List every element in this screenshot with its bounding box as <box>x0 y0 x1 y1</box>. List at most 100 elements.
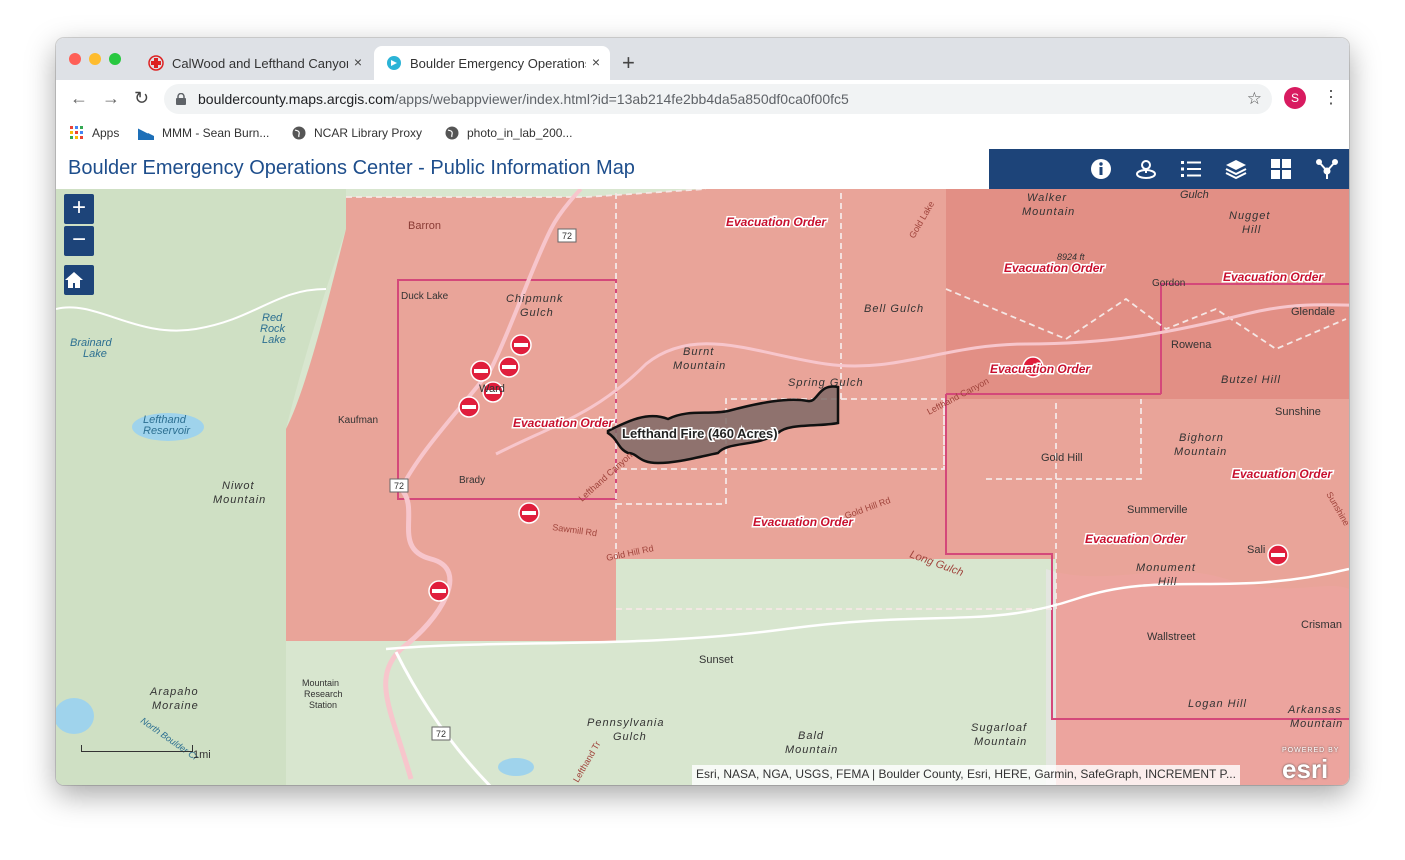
profile-avatar[interactable]: S <box>1284 87 1306 109</box>
place-label: Mountain <box>1022 206 1075 218</box>
place-label: Bighorn <box>1179 432 1224 444</box>
lock-icon <box>176 93 186 105</box>
tab-close-button[interactable]: × <box>354 54 362 70</box>
evacuation-order-label: Evacuation Order <box>1223 270 1324 284</box>
place-label: Sunset <box>699 654 733 666</box>
globe-icon <box>292 126 306 140</box>
place-label: Hill <box>1158 576 1177 588</box>
zoom-out-button[interactable]: − <box>64 226 94 256</box>
home-icon <box>65 272 83 288</box>
browser-window: CalWood and Lefthand Canyon × Boulder Em… <box>56 38 1349 785</box>
home-button[interactable] <box>64 265 94 295</box>
place-label: Mountain <box>974 736 1027 748</box>
place-label: Bald <box>798 730 824 742</box>
forward-arrow-icon[interactable]: → <box>102 88 120 109</box>
maximize-window-button[interactable] <box>109 53 121 65</box>
evacuation-order-label: Evacuation Order <box>513 416 614 430</box>
place-label: Duck Lake <box>401 291 449 302</box>
road-closure-icon[interactable] <box>510 334 532 356</box>
highway-shield: 72 <box>431 726 451 741</box>
address-bar[interactable]: bouldercounty.maps.arcgis.com/apps/webap… <box>164 84 1272 114</box>
place-label: Bell Gulch <box>864 303 924 315</box>
place-label: Sali <box>1247 544 1265 556</box>
place-label: Arapaho <box>149 686 199 698</box>
tab-title: CalWood and Lefthand Canyon <box>172 55 348 71</box>
place-label: Nugget <box>1229 210 1270 222</box>
evacuation-order-label: Evacuation Order <box>1232 467 1333 481</box>
close-window-button[interactable] <box>69 53 81 65</box>
road-closure-icon[interactable] <box>498 356 520 378</box>
new-tab-button[interactable]: + <box>622 50 635 76</box>
bookmark-photo[interactable]: photo_in_lab_200... <box>445 126 572 140</box>
url-text: bouldercounty.maps.arcgis.com/apps/webap… <box>198 91 849 107</box>
place-label: Gordon <box>1152 278 1185 289</box>
browser-toolbar: ← → ↻ bouldercounty.maps.arcgis.com/apps… <box>56 80 1349 118</box>
road-closure-icon[interactable] <box>1267 544 1289 566</box>
tab-bar: CalWood and Lefthand Canyon × Boulder Em… <box>56 38 1349 80</box>
app-header: Boulder Emergency Operations Center - Pu… <box>56 149 1349 190</box>
bookmarks-bar: Apps MMM - Sean Burn... NCAR Library Pro… <box>56 118 1349 150</box>
zoom-in-button[interactable]: + <box>64 194 94 224</box>
tab-boulder-eoc[interactable]: Boulder Emergency Operations × <box>374 46 610 80</box>
bookmark-star-icon[interactable]: ☆ <box>1247 89 1262 109</box>
place-label: Niwot <box>222 480 255 492</box>
scale-label: 1mi <box>193 749 211 761</box>
page-title: Boulder Emergency Operations Center - Pu… <box>68 157 635 179</box>
esri-powered-by: POWERED BY <box>1282 747 1340 754</box>
road-closure-icon[interactable] <box>458 396 480 418</box>
place-label: Logan Hill <box>1188 698 1247 710</box>
place-label: Lake <box>83 348 107 360</box>
legend-list-icon[interactable] <box>1179 157 1203 181</box>
bookmark-mmm[interactable]: MMM - Sean Burn... <box>138 126 269 140</box>
basemap-grid-icon[interactable] <box>1269 157 1293 181</box>
place-label: Kaufman <box>338 415 378 426</box>
place-label: Ward <box>479 383 505 395</box>
svg-text:72: 72 <box>562 231 572 241</box>
more-menu-icon[interactable]: ⋮ <box>1322 87 1340 108</box>
place-label: Butzel Hill <box>1221 374 1281 386</box>
place-label: 8924 ft <box>1057 252 1085 262</box>
place-label: Walker <box>1027 192 1067 204</box>
place-label: Hill <box>1242 224 1261 236</box>
lake-icon <box>498 758 534 776</box>
svg-text:72: 72 <box>436 729 446 739</box>
place-label: Wallstreet <box>1147 631 1196 643</box>
tab-close-button[interactable]: × <box>592 54 600 70</box>
info-icon[interactable] <box>1089 157 1113 181</box>
layers-icon[interactable] <box>1224 157 1248 181</box>
minimize-window-button[interactable] <box>89 53 101 65</box>
bookmark-label: photo_in_lab_200... <box>467 126 573 140</box>
place-label: Lake <box>262 334 286 346</box>
bookmark-label: MMM - Sean Burn... <box>162 126 270 140</box>
bookmark-ncar[interactable]: NCAR Library Proxy <box>292 126 422 140</box>
tab-calwood[interactable]: CalWood and Lefthand Canyon × <box>136 46 372 80</box>
share-icon[interactable] <box>1315 157 1339 181</box>
map-view[interactable]: 72 72 72 Evacuation Order Evacuation Ord… <box>56 189 1349 785</box>
map-attribution[interactable]: Esri, NASA, NGA, USGS, FEMA | Boulder Co… <box>692 765 1240 785</box>
place-label: Gold Hill <box>1041 452 1083 464</box>
place-label: Pennsylvania <box>587 717 664 729</box>
place-label: Chipmunk <box>506 293 564 305</box>
place-label: Gulch <box>613 731 647 743</box>
road-closure-icon[interactable] <box>428 580 450 602</box>
esri-logo[interactable]: POWERED BY esri <box>1282 747 1339 785</box>
mountain-flag-icon <box>138 127 154 140</box>
tab-title: Boulder Emergency Operations <box>410 55 586 71</box>
back-arrow-icon[interactable]: ← <box>70 88 88 109</box>
place-label: Mountain <box>673 360 726 372</box>
locate-icon[interactable] <box>1134 157 1158 181</box>
place-label: Gulch <box>1180 189 1209 201</box>
place-label: Sugarloaf <box>971 722 1027 734</box>
esri-wordmark: esri <box>1282 754 1329 784</box>
map-canvas: 72 72 72 Evacuation Order Evacuation Ord… <box>56 189 1349 785</box>
place-label: Summerville <box>1127 504 1188 516</box>
place-label: Reservoir <box>143 425 191 437</box>
reload-icon[interactable]: ↻ <box>134 88 149 109</box>
bookmark-apps[interactable]: Apps <box>70 126 119 140</box>
globe-icon <box>445 126 459 140</box>
place-label: Monument <box>1136 562 1196 574</box>
road-closure-icon[interactable] <box>518 502 540 524</box>
place-label: Barron <box>408 220 441 232</box>
road-closure-icon[interactable] <box>470 360 492 382</box>
place-label: Mountain <box>213 494 266 506</box>
